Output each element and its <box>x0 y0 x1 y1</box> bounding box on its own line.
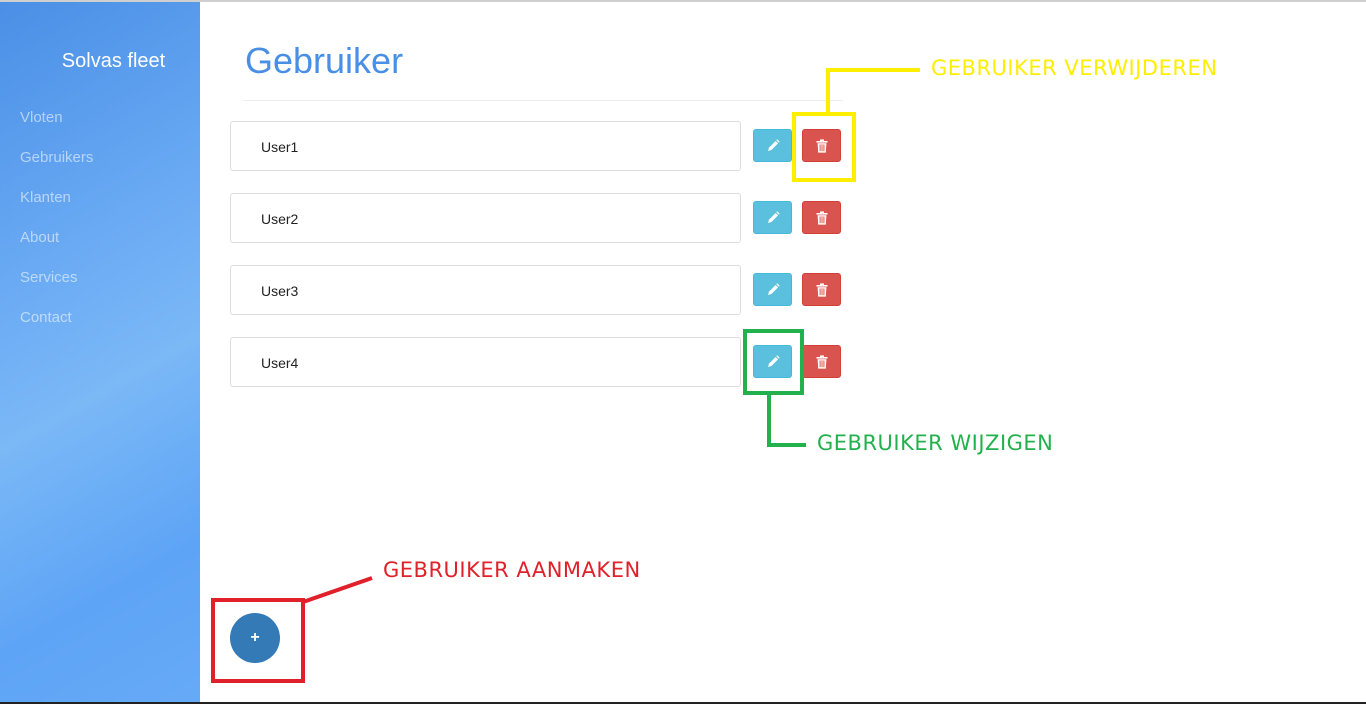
brand-title[interactable]: Solvas fleet <box>0 50 227 73</box>
user-name-field[interactable]: User1 <box>230 121 741 171</box>
edit-user-button[interactable] <box>753 201 792 234</box>
edit-annotation-connector <box>767 393 806 447</box>
sidebar-item-about[interactable]: About <box>20 228 93 268</box>
pencil-icon <box>767 354 780 367</box>
edit-annotation-label: GEBRUIKER WIJZIGEN <box>817 431 1054 455</box>
pencil-icon <box>767 210 780 223</box>
create-annotation-connector <box>302 576 373 604</box>
delete-user-button[interactable] <box>802 201 841 234</box>
delete-user-button[interactable] <box>802 129 841 162</box>
pencil-icon <box>767 282 780 295</box>
sidebar-item-gebruikers[interactable]: Gebruikers <box>20 148 93 188</box>
user-name-field[interactable]: User3 <box>230 265 741 315</box>
user-name-field[interactable]: User4 <box>230 337 741 387</box>
edit-user-button[interactable] <box>753 273 792 306</box>
delete-annotation-connector <box>826 68 920 114</box>
app-window: Solvas fleet Vloten Gebruikers Klanten A… <box>0 0 1366 704</box>
create-annotation-label: GEBRUIKER AANMAKEN <box>383 558 641 582</box>
title-divider <box>243 100 843 101</box>
trash-icon <box>816 282 827 297</box>
trash-icon <box>816 354 827 369</box>
edit-user-button[interactable] <box>753 345 792 378</box>
pencil-icon <box>767 138 780 151</box>
sidebar-item-klanten[interactable]: Klanten <box>20 188 93 228</box>
trash-icon <box>816 138 827 153</box>
trash-icon <box>816 210 827 225</box>
page-title: Gebruiker <box>245 40 404 81</box>
add-user-button[interactable]: + <box>230 613 280 663</box>
delete-annotation-label: GEBRUIKER VERWIJDEREN <box>931 56 1218 80</box>
delete-user-button[interactable] <box>802 273 841 306</box>
edit-user-button[interactable] <box>753 129 792 162</box>
sidebar-item-contact[interactable]: Contact <box>20 308 93 348</box>
delete-user-button[interactable] <box>802 345 841 378</box>
user-name-field[interactable]: User2 <box>230 193 741 243</box>
sidebar-item-services[interactable]: Services <box>20 268 93 308</box>
sidebar: Solvas fleet Vloten Gebruikers Klanten A… <box>0 2 200 704</box>
sidebar-nav: Vloten Gebruikers Klanten About Services… <box>20 108 93 348</box>
sidebar-item-vloten[interactable]: Vloten <box>20 108 93 148</box>
